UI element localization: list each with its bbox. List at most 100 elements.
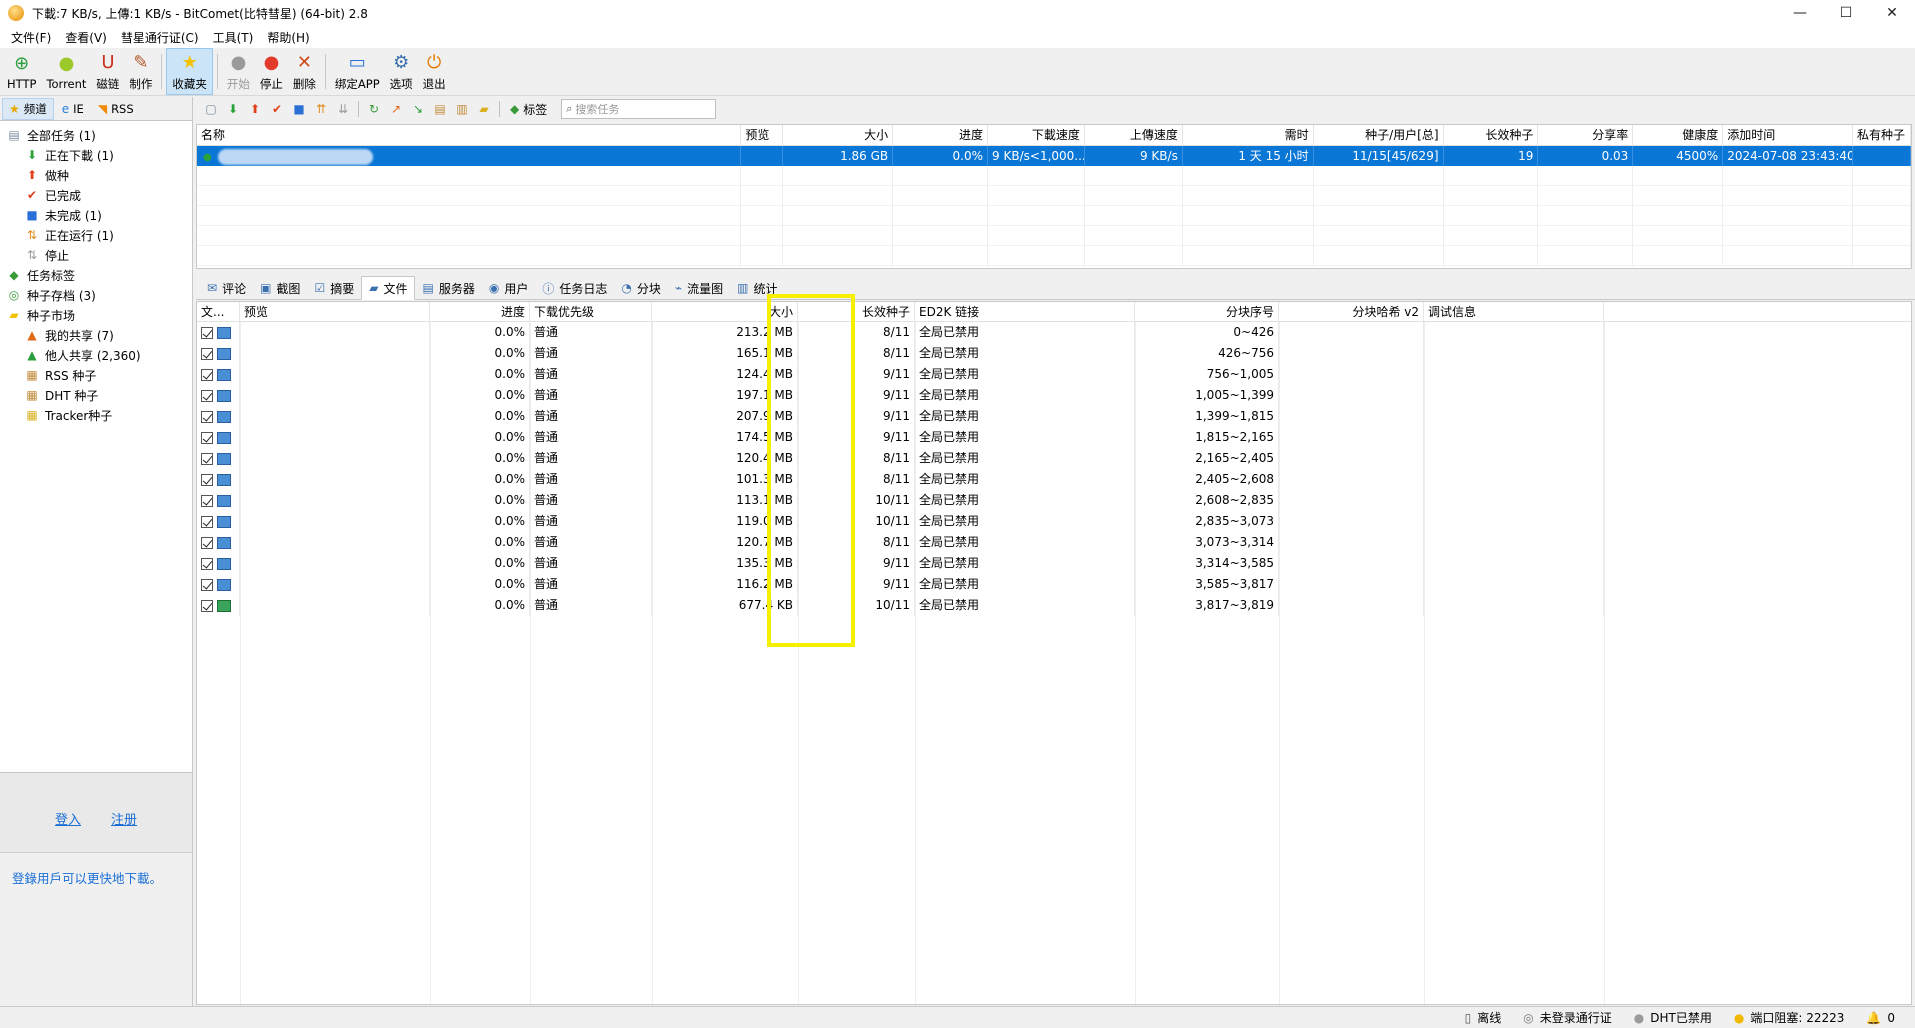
toolbar-button-8[interactable]: ▭ 绑定APP (330, 48, 385, 95)
file-row[interactable]: 0.0% 普通 174.5 MB 9/11 全局已禁用 1,815~2,165 (197, 427, 1911, 448)
file-checkbox[interactable] (201, 410, 213, 423)
file-icon[interactable]: ▤ (429, 99, 451, 119)
tree-item[interactable]: ✔ 已完成 (0, 185, 192, 205)
tree-item[interactable]: ▲ 我的共享 (7) (0, 325, 192, 345)
share-out-icon[interactable]: ↗ (385, 99, 407, 119)
priority-down-icon[interactable]: ⇊ (332, 99, 354, 119)
detail-tab-1[interactable]: ▣ 截图 (253, 277, 307, 299)
task-column-header[interactable]: 添加时间 (1723, 125, 1854, 146)
refresh-icon[interactable]: ↻ (363, 99, 385, 119)
move-down-icon[interactable]: ⬇ (222, 99, 244, 119)
file-row[interactable]: 0.0% 普通 119.0 MB 10/11 全局已禁用 2,835~3,073 (197, 511, 1911, 532)
task-column-header[interactable]: 预览 (741, 125, 784, 146)
menu-item[interactable]: 查看(V) (58, 29, 114, 46)
detail-tab-3[interactable]: ▰ 文件 (361, 276, 416, 300)
tree-item[interactable]: ◎ 种子存档 (3) (0, 285, 192, 305)
task-column-header[interactable]: 健康度 (1633, 125, 1724, 146)
tags-button[interactable]: ◆ 标签 (510, 101, 547, 118)
task-column-header[interactable]: 私有种子 (1853, 125, 1911, 146)
file-column-header[interactable]: 文... (197, 302, 240, 322)
task-column-header[interactable]: 上傳速度 (1085, 125, 1183, 146)
tree-item[interactable]: ■ 未完成 (1) (0, 205, 192, 225)
file-column-header[interactable]: ED2K 链接 (915, 302, 1135, 322)
detail-tab-8[interactable]: ⌁ 流量图 (668, 277, 730, 299)
file-checkbox[interactable] (201, 326, 213, 339)
file-checkbox[interactable] (201, 494, 213, 507)
file-column-header[interactable]: 下载优先级 (530, 302, 652, 322)
file-row[interactable]: 0.0% 普通 120.4 MB 8/11 全局已禁用 2,165~2,405 (197, 448, 1911, 469)
detail-tab-7[interactable]: ◔ 分块 (614, 277, 668, 299)
tree-item[interactable]: ▤ 全部任务 (1) (0, 125, 192, 145)
move-up-icon[interactable]: ⬆ (244, 99, 266, 119)
file-checkbox[interactable] (201, 431, 213, 444)
task-column-header[interactable]: 需时 (1183, 125, 1314, 146)
toolbar-button-10[interactable]: ⏻ 退出 (418, 48, 451, 95)
priority-up-icon[interactable]: ⇈ (310, 99, 332, 119)
file-row[interactable]: 0.0% 普通 135.3 MB 9/11 全局已禁用 3,314~3,585 (197, 553, 1911, 574)
file-column-header[interactable]: 分块哈希 v2 (1279, 302, 1424, 322)
task-column-header[interactable]: 大小 (783, 125, 894, 146)
task-column-header[interactable]: 下載速度 (988, 125, 1085, 146)
file-column-header[interactable]: 大小 (652, 302, 798, 322)
left-tab-2[interactable]: ◥ RSS (92, 100, 140, 118)
select-all-icon[interactable]: ▢ (200, 99, 222, 119)
file-column-header[interactable]: 进度 (430, 302, 530, 322)
folder-icon[interactable]: ▰ (473, 99, 495, 119)
toolbar-button-6[interactable]: ● 停止 (255, 48, 288, 95)
detail-tab-2[interactable]: ☑ 摘要 (307, 277, 361, 299)
file-checkbox[interactable] (201, 536, 213, 549)
task-column-header[interactable]: 分享率 (1538, 125, 1634, 146)
file-row[interactable]: 0.0% 普通 120.7 MB 8/11 全局已禁用 3,073~3,314 (197, 532, 1911, 553)
toolbar-button-1[interactable]: ● Torrent (41, 48, 91, 95)
file-row[interactable]: 0.0% 普通 124.4 MB 9/11 全局已禁用 756~1,005 (197, 364, 1911, 385)
file-checkbox[interactable] (201, 557, 213, 570)
register-link[interactable]: 注册 (111, 809, 137, 828)
detail-tab-6[interactable]: ⓘ 任务日志 (535, 277, 614, 299)
menu-item[interactable]: 帮助(H) (260, 29, 316, 46)
tree-item[interactable]: ⬇ 正在下載 (1) (0, 145, 192, 165)
file-multi-icon[interactable]: ▥ (451, 99, 473, 119)
tree-item[interactable]: ◆ 任务标签 (0, 265, 192, 285)
detail-tab-0[interactable]: ✉ 评论 (200, 277, 253, 299)
task-column-header[interactable]: 长效种子 (1444, 125, 1539, 146)
file-row[interactable]: 0.0% 普通 101.3 MB 8/11 全局已禁用 2,405~2,608 (197, 469, 1911, 490)
tree-item[interactable]: ▦ Tracker种子 (0, 405, 192, 425)
file-column-header[interactable]: 长效种子 (798, 302, 915, 322)
tree-item[interactable]: ▰ 种子市场 (0, 305, 192, 325)
menu-item[interactable]: 文件(F) (4, 29, 58, 46)
tree-item[interactable]: ⬆ 做种 (0, 165, 192, 185)
tree-item[interactable]: ▲ 他人共享 (2,360) (0, 345, 192, 365)
toolbar-button-2[interactable]: U 磁链 (91, 48, 124, 95)
file-checkbox[interactable] (201, 599, 213, 612)
maximize-button[interactable]: ☐ (1823, 0, 1869, 26)
square-icon[interactable]: ■ (288, 99, 310, 119)
file-checkbox[interactable] (201, 347, 213, 360)
file-row[interactable]: 0.0% 普通 213.2 MB 8/11 全局已禁用 0~426 (197, 322, 1911, 343)
detail-tab-9[interactable]: ▥ 统计 (730, 277, 784, 299)
file-row[interactable]: 0.0% 普通 677.4 KB 10/11 全局已禁用 3,817~3,819 (197, 595, 1911, 616)
check-icon[interactable]: ✔ (266, 99, 288, 119)
file-row[interactable]: 0.0% 普通 207.9 MB 9/11 全局已禁用 1,399~1,815 (197, 406, 1911, 427)
file-row[interactable]: 0.0% 普通 165.1 MB 8/11 全局已禁用 426~756 (197, 343, 1911, 364)
file-checkbox[interactable] (201, 473, 213, 486)
left-tab-1[interactable]: e IE (56, 100, 90, 118)
file-checkbox[interactable] (201, 368, 213, 381)
task-column-header[interactable]: 进度 (893, 125, 989, 146)
left-tab-0[interactable]: ★ 频道 (2, 97, 54, 120)
tree-item[interactable]: ▦ DHT 种子 (0, 385, 192, 405)
file-column-header[interactable]: 调试信息 (1424, 302, 1604, 322)
toolbar-button-7[interactable]: ✕ 删除 (288, 48, 321, 95)
minimize-button[interactable]: — (1777, 0, 1823, 26)
file-column-header[interactable]: 预览 (240, 302, 430, 322)
tree-item[interactable]: ▦ RSS 种子 (0, 365, 192, 385)
task-column-header[interactable]: 名称 (197, 125, 742, 146)
file-row[interactable]: 0.0% 普通 197.1 MB 9/11 全局已禁用 1,005~1,399 (197, 385, 1911, 406)
detail-tab-5[interactable]: ◉ 用户 (482, 277, 536, 299)
file-checkbox[interactable] (201, 389, 213, 402)
tree-item[interactable]: ⇅ 停止 (0, 245, 192, 265)
task-search-input[interactable]: ⌕ 搜索任务 (561, 99, 717, 119)
login-link[interactable]: 登入 (55, 809, 81, 828)
menu-item[interactable]: 工具(T) (206, 29, 261, 46)
menu-item[interactable]: 彗星通行证(C) (114, 29, 206, 46)
share-in-icon[interactable]: ↘ (407, 99, 429, 119)
